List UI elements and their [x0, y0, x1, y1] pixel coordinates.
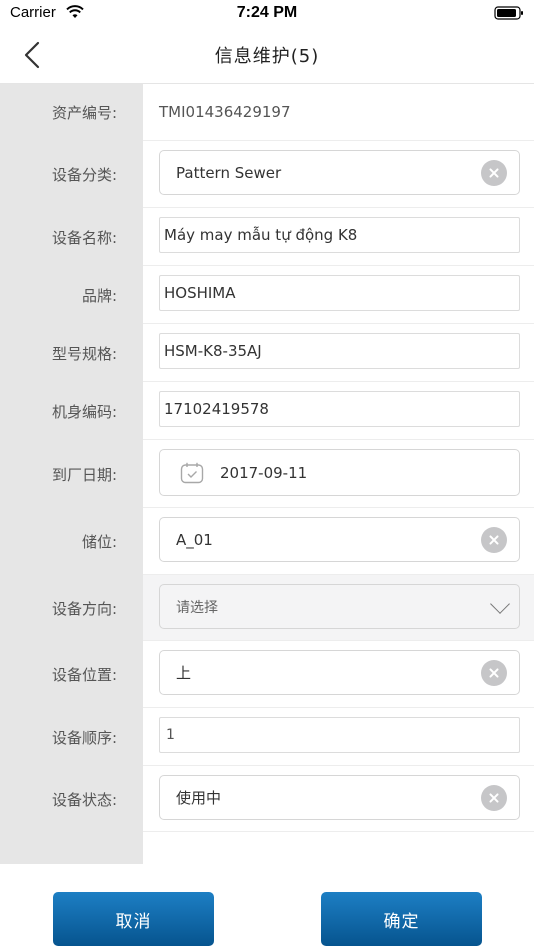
calendar-icon [180, 462, 204, 483]
battery-icon [494, 6, 523, 20]
device-info-form: 资产编号: TMI01436429197 设备分类: Pattern Sewer… [0, 84, 534, 864]
status-bar: Carrier 7:24 PM [0, 0, 534, 26]
brand-value: HOSHIMA [164, 284, 236, 302]
arrival-date-picker[interactable]: 2017-09-11 [159, 449, 520, 496]
status-select[interactable]: 使用中 [159, 775, 520, 820]
asset-no-label: 资产编号: [0, 84, 143, 141]
storage-label: 储位: [0, 508, 143, 575]
arrival-date-label: 到厂日期: [0, 440, 143, 508]
category-value: Pattern Sewer [176, 163, 282, 182]
name-input[interactable]: Máy may mẫu tự động K8 [159, 217, 520, 253]
model-value: HSM-K8-35AJ [164, 342, 262, 360]
form-row-asset-no: 资产编号: TMI01436429197 [0, 84, 534, 141]
status-label: 设备状态: [0, 766, 143, 832]
empty-value [143, 832, 534, 864]
order-value: 1 [166, 727, 175, 743]
direction-placeholder: 请选择 [176, 599, 218, 616]
form-row-empty [0, 832, 534, 864]
model-input[interactable]: HSM-K8-35AJ [159, 333, 520, 369]
form-row-storage: 储位: A_01 [0, 508, 534, 575]
position-label: 设备位置: [0, 641, 143, 708]
order-input[interactable]: 1 [159, 717, 520, 753]
nav-bar: 信息维护(5) [0, 26, 534, 84]
brand-input[interactable]: HOSHIMA [159, 275, 520, 311]
position-select[interactable]: 上 [159, 650, 520, 695]
form-row-order: 设备顺序: 1 [0, 708, 534, 766]
serial-value: 17102419578 [164, 400, 269, 418]
storage-select[interactable]: A_01 [159, 517, 520, 562]
clear-icon[interactable] [481, 159, 507, 186]
category-label: 设备分类: [0, 141, 143, 208]
asset-no-value: TMI01436429197 [159, 103, 291, 121]
storage-value: A_01 [176, 530, 213, 549]
name-label: 设备名称: [0, 208, 143, 266]
category-select[interactable]: Pattern Sewer [159, 150, 520, 195]
empty-label [0, 832, 143, 864]
cancel-button[interactable]: 取消 [53, 892, 214, 946]
name-value: Máy may mẫu tự động K8 [164, 226, 358, 244]
status-time: 7:24 PM [236, 4, 298, 21]
clear-icon[interactable] [481, 784, 507, 811]
model-label: 型号规格: [0, 324, 143, 382]
direction-label: 设备方向: [0, 575, 143, 641]
form-row-name: 设备名称: Máy may mẫu tự động K8 [0, 208, 534, 266]
form-row-category: 设备分类: Pattern Sewer [0, 141, 534, 208]
serial-label: 机身编码: [0, 382, 143, 440]
chevron-down-icon [490, 593, 510, 614]
status-value: 使用中 [176, 789, 222, 807]
brand-label: 品牌: [0, 266, 143, 324]
form-row-position: 设备位置: 上 [0, 641, 534, 708]
form-row-serial: 机身编码: 17102419578 [0, 382, 534, 440]
form-row-arrival-date: 到厂日期: 2017-09-11 [0, 440, 534, 508]
footer-bar: 取消 确定 [0, 864, 534, 950]
position-value: 上 [176, 664, 192, 682]
page-title: 信息维护(5) [214, 46, 320, 67]
confirm-button[interactable]: 确定 [321, 892, 482, 946]
clear-icon[interactable] [481, 526, 507, 553]
form-row-direction: 设备方向: 请选择 [0, 575, 534, 641]
order-label: 设备顺序: [0, 708, 143, 766]
form-row-status: 设备状态: 使用中 [0, 766, 534, 832]
form-row-model: 型号规格: HSM-K8-35AJ [0, 324, 534, 382]
serial-input[interactable]: 17102419578 [159, 391, 520, 427]
direction-select[interactable]: 请选择 [159, 584, 520, 629]
form-row-brand: 品牌: HOSHIMA [0, 266, 534, 324]
clear-icon[interactable] [481, 659, 507, 686]
